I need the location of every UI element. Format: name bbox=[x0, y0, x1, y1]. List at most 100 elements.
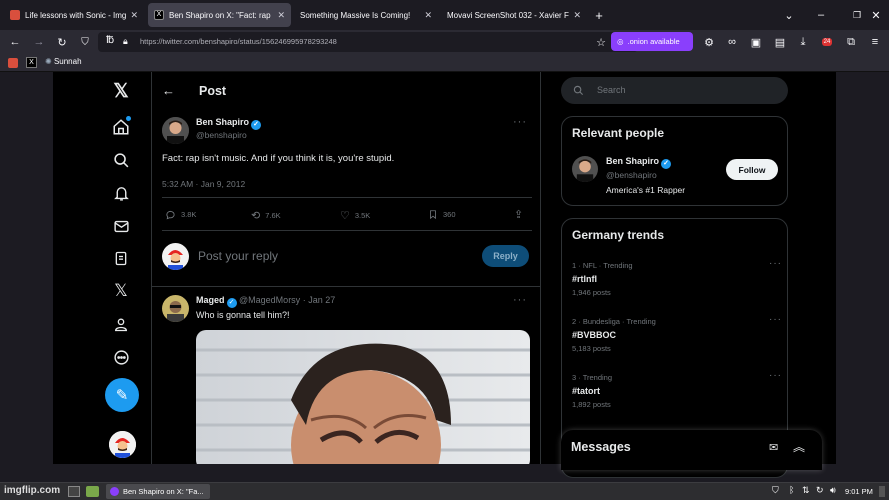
files-folder-icon[interactable] bbox=[86, 486, 99, 497]
reload-icon[interactable]: ↻ bbox=[53, 33, 71, 51]
imgflip-bookmark-icon[interactable] bbox=[8, 58, 18, 68]
reply-handle[interactable]: @MagedMorsy bbox=[239, 295, 300, 305]
right-sidebar: Search Relevant people Ben Shapiro ✓ @ben… bbox=[561, 72, 822, 478]
home-icon[interactable] bbox=[109, 115, 133, 139]
trend-more-icon[interactable]: ··· bbox=[769, 258, 782, 269]
new-message-icon[interactable]: ✉ bbox=[769, 441, 778, 454]
close-tab-icon[interactable]: ✕ bbox=[424, 10, 432, 21]
reply-author-name[interactable]: Maged bbox=[196, 295, 225, 305]
reply-author-avatar[interactable] bbox=[162, 295, 189, 322]
search-input[interactable]: Search bbox=[561, 77, 788, 104]
tweet-author-avatar[interactable] bbox=[162, 117, 189, 144]
back-arrow-icon[interactable]: ← bbox=[162, 83, 175, 98]
maximize-icon[interactable]: ❐ bbox=[848, 6, 866, 24]
tab-ben-shapiro[interactable]: X Ben Shapiro on X: "Fact: rap is ✕ bbox=[148, 3, 291, 27]
relevant-people-title: Relevant people bbox=[572, 126, 665, 140]
explore-search-icon[interactable] bbox=[109, 148, 133, 172]
more-circle-icon[interactable] bbox=[109, 345, 133, 369]
tweet-timestamp[interactable]: 5:32 AM · Jan 9, 2012 bbox=[162, 179, 245, 189]
list-tabs-icon[interactable]: ⌄ bbox=[780, 6, 798, 24]
page-title: Post bbox=[199, 84, 227, 98]
close-tab-icon[interactable]: ✕ bbox=[573, 10, 581, 21]
url-text: https://twitter.com/benshapiro/status/15… bbox=[140, 37, 337, 46]
shield-tray-icon[interactable]: ⛉ bbox=[772, 485, 779, 496]
minimize-icon[interactable]: – bbox=[812, 6, 830, 24]
follow-button[interactable]: Follow bbox=[726, 159, 778, 180]
page-viewport: 𝕏 𝕏 ✎ ← Post Ben Shapiro ✓ @benshapiro ·… bbox=[0, 72, 889, 478]
notifications-bell-icon[interactable] bbox=[109, 181, 133, 205]
reply-bubble-icon bbox=[166, 210, 175, 220]
back-icon[interactable]: ← bbox=[6, 33, 24, 51]
os-taskbar: imgflip.com Ben Shapiro on X: "Fa... ⛉ ᛒ… bbox=[0, 482, 889, 500]
extension-badge-icon[interactable]: 24 bbox=[818, 33, 836, 51]
x-bookmark-icon[interactable]: X bbox=[26, 57, 37, 68]
terminal-icon[interactable] bbox=[68, 486, 80, 497]
repost-action[interactable]: ⟲ 7.6K bbox=[251, 209, 281, 222]
forward-icon[interactable]: → bbox=[30, 33, 48, 51]
reply-action[interactable]: 3.8K bbox=[165, 209, 196, 220]
site-info-icon[interactable]: ℔ bbox=[106, 35, 114, 46]
trend-item[interactable]: 1 · NFL · Trending #rtlnfl 1,946 posts ·… bbox=[572, 258, 782, 297]
trend-more-icon[interactable]: ··· bbox=[769, 370, 782, 381]
tweet-author-name[interactable]: Ben Shapiro ✓ bbox=[196, 117, 262, 130]
notification-dot bbox=[126, 116, 131, 121]
relevant-person-name[interactable]: Ben Shapiro ✓ bbox=[606, 156, 672, 169]
trend-item[interactable]: 2 · Bundesliga · Trending #BVBBOC 5,183 … bbox=[572, 314, 782, 353]
divider bbox=[162, 230, 532, 231]
reply-text: Who is gonna tell him?! bbox=[196, 310, 290, 320]
reply-date[interactable]: Jan 27 bbox=[308, 295, 335, 305]
messages-envelope-icon[interactable] bbox=[109, 214, 133, 238]
compose-post-button[interactable]: ✎ bbox=[105, 378, 139, 412]
url-bar[interactable]: ℔ 🔒︎ https://twitter.com/benshapiro/stat… bbox=[98, 32, 638, 52]
tab-something-massive[interactable]: Something Massive Is Coming! ✕ bbox=[294, 3, 438, 27]
folder-icon[interactable]: ▤ bbox=[771, 33, 789, 51]
messages-title: Messages bbox=[571, 440, 631, 454]
settings-gear-icon[interactable]: ⚙ bbox=[700, 33, 718, 51]
close-tab-icon[interactable]: ✕ bbox=[130, 10, 138, 21]
reply-button[interactable]: Reply bbox=[482, 245, 529, 267]
extensions-icon[interactable]: ⧉ bbox=[842, 33, 860, 51]
reply-media-image[interactable] bbox=[196, 330, 530, 464]
collections-icon[interactable]: ▣ bbox=[747, 33, 765, 51]
volume-icon[interactable]: 🔊︎ bbox=[830, 485, 836, 496]
trend-item[interactable]: 3 · Trending #tatort 1,892 posts ··· bbox=[572, 370, 782, 409]
account-avatar[interactable] bbox=[109, 431, 136, 458]
lists-icon[interactable] bbox=[109, 246, 133, 270]
trend-more-icon[interactable]: ··· bbox=[769, 314, 782, 325]
new-tab-icon[interactable]: + bbox=[590, 6, 608, 24]
update-icon[interactable]: ↻ bbox=[816, 485, 824, 496]
close-window-icon[interactable]: ✕ bbox=[867, 6, 885, 24]
bluetooth-icon[interactable]: ᛒ bbox=[789, 485, 794, 495]
heart-icon: ♡ bbox=[340, 210, 350, 222]
reply-input[interactable]: Post your reply bbox=[198, 249, 278, 263]
shield-icon[interactable]: ⛉ bbox=[76, 33, 94, 51]
bookmark-action[interactable]: 360 bbox=[428, 209, 456, 220]
relevant-person-handle[interactable]: @benshapiro bbox=[606, 170, 657, 180]
menu-icon[interactable]: ≡ bbox=[866, 33, 884, 51]
share-icon[interactable]: ⇪ bbox=[514, 208, 523, 221]
tab-movavi[interactable]: Movavi ScreenShot 032 - Xavier F ✕ bbox=[441, 3, 587, 27]
x-logo-icon[interactable]: 𝕏 bbox=[109, 79, 133, 103]
clock[interactable]: 9:01 PM bbox=[845, 487, 873, 496]
download-icon[interactable]: ⤓ bbox=[794, 33, 812, 51]
relevant-person-avatar[interactable] bbox=[572, 156, 598, 182]
bookmark-star-icon[interactable]: ☆ bbox=[592, 33, 610, 51]
x-favicon-icon: X bbox=[154, 10, 164, 20]
messages-drawer[interactable]: Messages ✉ ︽ bbox=[561, 430, 822, 470]
profile-icon[interactable] bbox=[109, 312, 133, 336]
show-desktop-button[interactable] bbox=[879, 486, 885, 497]
sunnah-bookmark[interactable]: ✺ Sunnah bbox=[45, 57, 82, 66]
expand-chevrons-icon[interactable]: ︽ bbox=[793, 438, 805, 455]
trends-title: Germany trends bbox=[572, 228, 665, 242]
tab-imgflip[interactable]: Life lessons with Sonic - Imgflip ✕ bbox=[4, 3, 144, 27]
premium-x-icon[interactable]: 𝕏 bbox=[109, 279, 133, 303]
tweet-more-icon[interactable]: ··· bbox=[513, 116, 527, 128]
mask-icon[interactable]: ∞ bbox=[723, 33, 741, 51]
network-icon[interactable]: ⇅ bbox=[802, 485, 810, 496]
reply-more-icon[interactable]: ··· bbox=[513, 294, 527, 306]
tweet-author-handle[interactable]: @benshapiro bbox=[196, 130, 247, 140]
onion-available-button[interactable]: ◎ .onion available bbox=[611, 32, 693, 51]
taskbar-window-button[interactable]: Ben Shapiro on X: "Fa... bbox=[106, 484, 210, 499]
like-action[interactable]: ♡ 3.5K bbox=[340, 209, 370, 222]
close-tab-icon[interactable]: ✕ bbox=[277, 10, 285, 21]
